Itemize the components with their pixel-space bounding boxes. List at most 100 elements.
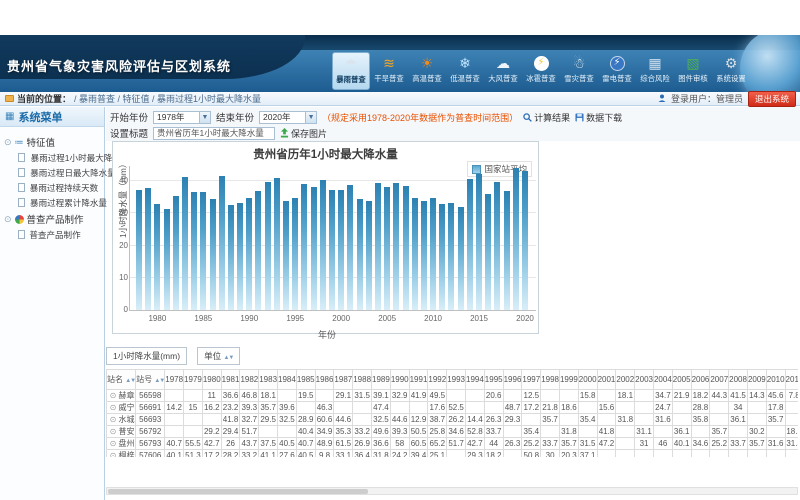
value-cell: 50.5 — [409, 426, 428, 438]
year-column-header[interactable]: 2002 — [616, 370, 635, 390]
year-column-header[interactable]: 1991 — [409, 370, 428, 390]
year-column-header[interactable]: 2011 — [785, 370, 798, 390]
heat-nav-item[interactable]: ☀高温普查 — [408, 52, 446, 90]
year-column-header[interactable]: 1988 — [353, 370, 372, 390]
row-expander-icon[interactable]: ⊙ — [110, 451, 117, 457]
sidebar-group-1[interactable]: ⊙普查产品制作 — [4, 212, 102, 226]
year-column-header[interactable]: 1987 — [334, 370, 353, 390]
station-data-table: 站名 ▲▼站号 ▲▼197819791980198119821983198419… — [106, 369, 798, 457]
scrollbar-thumb[interactable] — [108, 489, 368, 494]
sort-arrows-icon[interactable]: ▲▼ — [125, 378, 135, 384]
year-column-header[interactable]: 2006 — [691, 370, 710, 390]
end-year-select[interactable]: 2020年 ▼ — [259, 111, 317, 124]
station-name-cell[interactable]: ⊙ 水城 — [107, 414, 136, 426]
year-column-header[interactable]: 1983 — [259, 370, 278, 390]
year-column-header[interactable]: 1989 — [372, 370, 391, 390]
year-column-header[interactable]: 2009 — [747, 370, 766, 390]
station-name-cell[interactable]: ⊙ 桐梓 — [107, 450, 136, 458]
year-column-header[interactable]: 1986 — [315, 370, 334, 390]
save-image-button[interactable]: 保存图片 — [280, 127, 327, 140]
sidebar-item[interactable]: 普查产品制作 — [18, 228, 102, 241]
wind-nav-item[interactable]: ☁大风普查 — [484, 52, 522, 90]
bar-2001 — [347, 185, 353, 310]
chart-title-input[interactable]: 贵州省历年1小时最大降水量 — [153, 127, 275, 140]
bar-1983 — [182, 177, 188, 310]
id-column-header[interactable]: 站号 ▲▼ — [136, 370, 165, 390]
station-name-cell[interactable]: ⊙ 盘州 — [107, 438, 136, 450]
year-column-header[interactable]: 1996 — [503, 370, 522, 390]
station-name-cell[interactable]: ⊙ 威宁 — [107, 402, 136, 414]
row-expander-icon[interactable]: ⊙ — [110, 427, 117, 436]
value-cell: 25.1 — [428, 450, 447, 458]
row-expander-icon[interactable]: ⊙ — [110, 415, 117, 424]
year-column-header[interactable]: 1992 — [428, 370, 447, 390]
bar-1990 — [246, 198, 252, 310]
sidebar-group-0[interactable]: ⊙≔特征值 — [4, 135, 102, 149]
horizontal-scrollbar[interactable] — [106, 487, 798, 495]
sidebar-item[interactable]: 暴雨过程1小时最大降水量 — [18, 151, 102, 164]
year-column-header[interactable]: 2007 — [710, 370, 729, 390]
year-column-header[interactable]: 2000 — [578, 370, 597, 390]
year-column-header[interactable]: 1982 — [240, 370, 259, 390]
year-column-header[interactable]: 1990 — [390, 370, 409, 390]
year-column-header[interactable]: 2010 — [766, 370, 785, 390]
chevron-down-icon[interactable]: ▼ — [199, 112, 210, 123]
station-name-cell[interactable]: ⊙ 普安 — [107, 426, 136, 438]
year-column-header[interactable]: 1981 — [221, 370, 240, 390]
rainstorm-nav-item[interactable]: ☂暴雨普查 — [332, 52, 370, 90]
logout-button[interactable]: 退出系统 — [748, 91, 796, 107]
value-cell: 38.7 — [428, 414, 447, 426]
cold-nav-item[interactable]: ❄低温普查 — [446, 52, 484, 90]
name-column-header[interactable]: 站名 ▲▼ — [107, 370, 136, 390]
year-column-header[interactable]: 1980 — [202, 370, 221, 390]
row-expander-icon[interactable]: ⊙ — [110, 439, 117, 448]
value-cell: 28.9 — [296, 414, 315, 426]
year-column-header[interactable]: 1979 — [184, 370, 203, 390]
sort-arrows-icon[interactable]: ▲▼ — [154, 378, 164, 384]
year-column-header[interactable]: 2004 — [653, 370, 672, 390]
calc-result-button[interactable]: 计算结果 — [523, 111, 570, 124]
bar-1995 — [292, 198, 298, 310]
settings-nav-item[interactable]: ⚙系统设置 — [712, 52, 750, 90]
x-tick-label: 2015 — [464, 314, 494, 323]
year-column-header[interactable]: 1997 — [522, 370, 541, 390]
year-column-header[interactable]: 1999 — [559, 370, 578, 390]
value-cell: 32.5 — [372, 414, 391, 426]
drought-nav-item[interactable]: ≋干旱普查 — [370, 52, 408, 90]
year-column-header[interactable]: 2005 — [672, 370, 691, 390]
year-column-header[interactable]: 2003 — [635, 370, 654, 390]
sidebar-item[interactable]: 暴雨过程日最大降水量 — [18, 166, 102, 179]
year-column-header[interactable]: 1978 — [165, 370, 184, 390]
year-column-header[interactable]: 1994 — [466, 370, 485, 390]
sidebar-item[interactable]: 暴雨过程累计降水量 — [18, 196, 102, 209]
snow-nav-item[interactable]: ☃雪灾普查 — [560, 52, 598, 90]
data-download-button[interactable]: 数据下载 — [575, 111, 622, 124]
nav-item-label: 暴雨普查 — [336, 74, 365, 84]
year-column-header[interactable]: 1993 — [447, 370, 466, 390]
lightning-nav-item[interactable]: ⚡雷电普查 — [598, 52, 636, 90]
row-expander-icon[interactable]: ⊙ — [110, 391, 117, 400]
year-column-header[interactable]: 2008 — [729, 370, 748, 390]
expander-icon[interactable]: ⊙ — [4, 137, 12, 148]
composite-risk-nav-item[interactable]: ▦综合风险 — [636, 52, 674, 90]
chevron-down-icon[interactable]: ▼ — [305, 112, 316, 123]
breadcrumb-path[interactable]: / 暴雨普查 / 特征值 / 暴雨过程1小时最大降水量 — [74, 92, 261, 105]
hail-nav-item[interactable]: ⚡冰雹普查 — [522, 52, 560, 90]
sidebar-item[interactable]: 暴雨过程持续天数 — [18, 181, 102, 194]
sort-arrows-icon[interactable]: ▲▼ — [223, 355, 233, 361]
x-tick-label: 1985 — [188, 314, 218, 323]
year-column-header[interactable]: 1984 — [278, 370, 297, 390]
row-expander-icon[interactable]: ⊙ — [110, 403, 117, 412]
year-column-header[interactable]: 1998 — [541, 370, 560, 390]
year-column-header[interactable]: 2001 — [597, 370, 616, 390]
expander-icon[interactable]: ⊙ — [4, 214, 12, 225]
unit-sort-control[interactable]: 单位 ▲▼ — [197, 347, 240, 365]
map-review-nav-item[interactable]: ▧图件审核 — [674, 52, 712, 90]
year-column-header[interactable]: 1995 — [484, 370, 503, 390]
year-column-header[interactable]: 1985 — [296, 370, 315, 390]
sidebar-group-label: 特征值 — [27, 135, 56, 149]
bar-2018 — [504, 191, 510, 310]
start-year-select[interactable]: 1978年 ▼ — [153, 111, 211, 124]
station-name-cell[interactable]: ⊙ 赫章 — [107, 390, 136, 402]
bar-1981 — [164, 209, 170, 310]
